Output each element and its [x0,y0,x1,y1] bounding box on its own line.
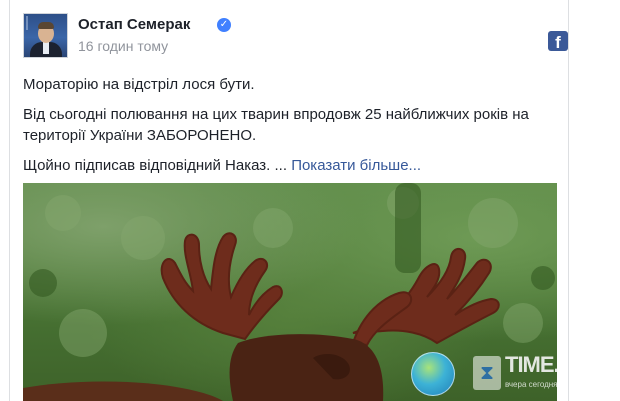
hourglass-icon: ⧗ [473,356,501,390]
watermark-brand: TIME.KG [505,352,557,377]
avatar-hair [38,22,54,29]
site-watermark: ⧗ TIME.KG вчера сегодня завтра [409,350,557,398]
watermark-tagline: вчера сегодня завтра [505,380,557,389]
facebook-icon[interactable]: f [548,31,568,52]
avatar-shirt [43,42,49,54]
author-avatar[interactable] [23,13,68,58]
author-name[interactable]: Остап Семерак [78,16,190,33]
verified-check-icon: ✓ [217,18,231,32]
post-last-line: Щойно підписав відповідний Наказ. ... [23,157,288,174]
post-paragraph: Мораторію на відстріл лося бути. [23,76,255,93]
globe-logo-icon [411,352,455,396]
post-paragraph: Від сьогодні полювання на цих тварин впр… [23,106,529,144]
post-timestamp[interactable]: 16 годин тому [78,38,168,54]
post-header: Остап Семерак ✓ 16 годин тому f [23,13,568,61]
post-text: Мораторію на відстріл лося бути. Від сьо… [23,74,553,185]
post-photo-moose[interactable]: ⧗ TIME.KG вчера сегодня завтра [23,183,557,401]
show-more-link[interactable]: Показати більше... [291,157,421,174]
facebook-post-card: Остап Семерак ✓ 16 годин тому f Мораторі… [9,0,569,401]
post-paragraph-truncated: Щойно підписав відповідний Наказ. ... По… [23,155,553,176]
